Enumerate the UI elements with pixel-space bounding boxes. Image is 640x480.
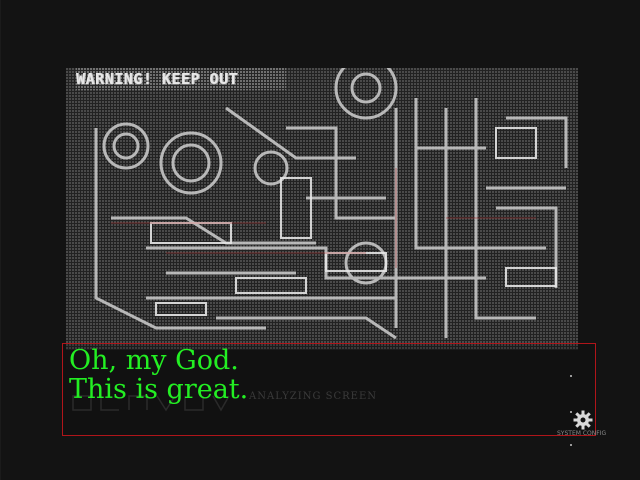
config-button[interactable]: SYSTEM CONFIG bbox=[557, 408, 606, 440]
dialogue-line-2: This is great. bbox=[69, 374, 249, 405]
dialogue-box[interactable]: Oh, my God. This is great. ANALYZING SCR… bbox=[62, 343, 596, 436]
dialogue-line-1: Oh, my God. bbox=[69, 345, 239, 376]
warning-sign-text: WARNING! KEEP OUT bbox=[76, 70, 239, 88]
indicator-dot bbox=[570, 375, 572, 377]
game-screen: WARNING! KEEP OUT Oh, my God. This is gr… bbox=[0, 0, 640, 480]
machinery-scene-image: WARNING! KEEP OUT bbox=[66, 68, 578, 350]
indicator-dot bbox=[570, 444, 572, 446]
config-label: SYSTEM CONFIG bbox=[557, 430, 607, 437]
gear-icon bbox=[573, 410, 593, 430]
dialogue-subtext: ANALYZING SCREEN bbox=[249, 391, 377, 402]
